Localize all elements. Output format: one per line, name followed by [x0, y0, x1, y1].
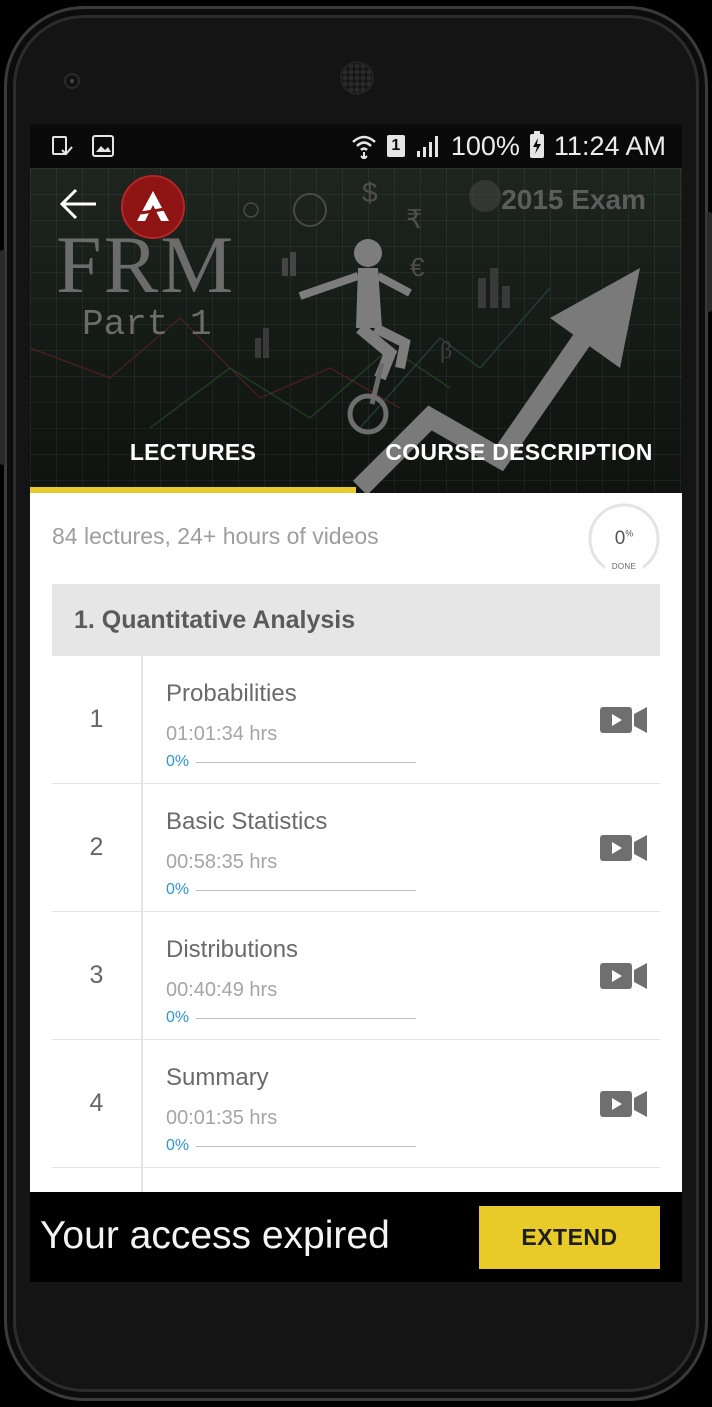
clock: 11:24 AM — [553, 130, 666, 161]
lecture-row[interactable]: 4 Summary 00:01:35 hrs 0% — [52, 1040, 660, 1168]
svg-text:$: $ — [362, 177, 378, 208]
battery-percentage: 100% — [450, 130, 520, 161]
power-button — [707, 212, 712, 312]
lecture-number: 2 — [52, 784, 143, 911]
svg-text:€: € — [410, 252, 425, 282]
lecture-progress-text: 0% — [166, 881, 190, 898]
section-header[interactable]: 1. Quantitative Analysis — [52, 584, 660, 656]
lecture-duration: 00:40:49 hrs — [166, 979, 278, 1001]
sim-icon: 1 — [386, 135, 405, 157]
lecture-number-placeholder — [52, 1168, 143, 1192]
back-button[interactable] — [54, 180, 102, 228]
lecture-row-partial — [52, 1168, 660, 1192]
lecture-progress-bar — [196, 1018, 416, 1019]
arrow-left-icon — [59, 188, 96, 220]
lecture-duration: 01:01:34 hrs — [166, 723, 278, 745]
access-expired-bar: Your access expired EXTEND — [30, 1192, 682, 1282]
tab-lectures[interactable]: LECTURES — [30, 424, 356, 493]
lecture-row[interactable]: 1 Probabilities 01:01:34 hrs 0% — [52, 656, 660, 784]
lecture-progress-bar — [196, 1146, 416, 1147]
notification-image-icon — [92, 135, 114, 157]
lecture-progress-bar — [196, 762, 416, 763]
battery-charging-icon — [529, 131, 544, 158]
tab-course-description[interactable]: COURSE DESCRIPTION — [356, 424, 682, 493]
brand-logo-icon — [121, 175, 185, 239]
signal-icon — [415, 134, 441, 158]
extend-button[interactable]: EXTEND — [479, 1206, 660, 1269]
lecture-progress-text: 0% — [166, 1009, 190, 1026]
banner-exam-label: 2015 Exam — [501, 184, 646, 215]
lecture-title: Distributions — [166, 936, 299, 963]
status-bar: 1 100% 11:24 AM — [30, 124, 682, 168]
video-camera-icon[interactable] — [600, 1089, 648, 1119]
svg-text:₹: ₹ — [406, 204, 423, 234]
video-camera-icon[interactable] — [600, 833, 648, 863]
volume-button — [0, 250, 5, 465]
lecture-progress-text: 0% — [166, 1137, 190, 1154]
tab-bar: LECTURES COURSE DESCRIPTION — [30, 424, 682, 493]
lecture-number: 1 — [52, 656, 143, 783]
lecture-number: 4 — [52, 1040, 143, 1167]
lectures-panel: 84 lectures, 24+ hours of videos 0% DONE… — [30, 493, 682, 1192]
lecture-number: 3 — [52, 912, 143, 1039]
lecture-duration: 00:01:35 hrs — [166, 1107, 278, 1129]
notification-screenshot-icon — [50, 134, 74, 158]
course-header-banner: $ ₹ € β FRM Part 1 2015 Exam LECTURES CO… — [30, 168, 682, 493]
video-camera-icon[interactable] — [600, 961, 648, 991]
lecture-title: Basic Statistics — [166, 808, 328, 835]
lecture-progress-text: 0% — [166, 753, 190, 770]
earpiece-speaker — [340, 61, 374, 95]
banner-subtitle: Part 1 — [82, 304, 212, 345]
lecture-title: Probabilities — [166, 680, 297, 707]
lecture-row[interactable]: 3 Distributions 00:40:49 hrs 0% — [52, 912, 660, 1040]
course-summary: 84 lectures, 24+ hours of videos — [52, 523, 379, 549]
svg-text:β: β — [440, 338, 452, 364]
overall-progress-value: 0% — [614, 528, 634, 549]
wifi-icon — [351, 133, 377, 159]
screen: 1 100% 11:24 AM $ ₹ € β FRM Part 1 2015 … — [30, 124, 682, 1282]
lecture-progress-bar — [196, 890, 416, 891]
front-camera — [64, 73, 80, 89]
overall-progress-label: DONE — [611, 562, 637, 571]
lecture-title: Summary — [166, 1064, 269, 1091]
lecture-duration: 00:58:35 hrs — [166, 851, 278, 873]
lecture-row[interactable]: 2 Basic Statistics 00:58:35 hrs 0% — [52, 784, 660, 912]
video-camera-icon[interactable] — [600, 705, 648, 735]
access-expired-message: Your access expired — [40, 1214, 390, 1257]
overall-progress-ring: 0% DONE — [587, 502, 661, 576]
lecture-list: 1 Probabilities 01:01:34 hrs 0% 2 Basic … — [52, 656, 660, 1192]
